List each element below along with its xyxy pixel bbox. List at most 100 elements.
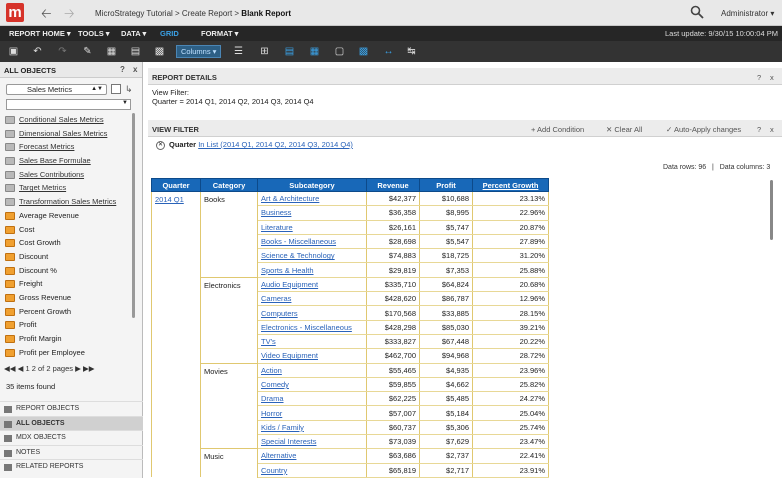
header-quarter[interactable]: Quarter <box>151 178 201 192</box>
metric-item[interactable]: Cost <box>0 223 135 237</box>
cell-subcategory[interactable]: Sports & Health <box>257 262 367 278</box>
forward-arrow-icon[interactable]: 🡢 <box>64 5 75 27</box>
cell-subcategory[interactable]: Alternative <box>257 448 367 464</box>
folder-item[interactable]: Conditional Sales Metrics <box>0 113 135 127</box>
menu-format[interactable]: FORMAT ▾ <box>201 29 238 38</box>
nav-notes[interactable]: NOTES <box>0 444 143 460</box>
cell-subcategory[interactable]: Literature <box>257 220 367 235</box>
metric-item[interactable]: Profit <box>0 318 135 332</box>
pager[interactable]: ◀◀ ◀ 1 2 of 2 pages ▶ ▶▶ <box>4 364 95 373</box>
metric-item[interactable]: Freight <box>0 277 135 291</box>
cell-subcategory[interactable]: Country <box>257 463 367 478</box>
folder-up-icon[interactable]: ↳ <box>125 84 133 95</box>
cell-subcategory[interactable]: Computers <box>257 305 367 321</box>
filter-condition-link[interactable]: In List (2014 Q1, 2014 Q2, 2014 Q3, 2014… <box>198 140 353 149</box>
breadcrumb-path[interactable]: MicroStrategy Tutorial > Create Report > <box>95 9 239 18</box>
lock-headers-icon[interactable]: ▩ <box>357 45 370 58</box>
cell-subcategory[interactable]: Action <box>257 363 367 378</box>
metric-item[interactable]: Average Revenue <box>0 209 135 223</box>
cell-subcategory[interactable]: Electronics - Miscellaneous <box>257 320 367 335</box>
user-menu[interactable]: Administrator ▾ <box>721 9 774 18</box>
cell-subcategory[interactable]: Business <box>257 205 367 221</box>
scrollbar[interactable] <box>132 113 135 318</box>
metric-item[interactable]: Gross Revenue <box>0 291 135 305</box>
menu-grid[interactable]: GRID <box>160 29 179 38</box>
menu-report-home[interactable]: REPORT HOME ▾ <box>9 29 71 38</box>
folder-item[interactable]: Transformation Sales Metrics <box>0 195 135 209</box>
help-icon[interactable]: ? <box>757 125 761 134</box>
menu-data[interactable]: DATA ▾ <box>121 29 146 38</box>
cell-quarter[interactable]: 2014 Q1 <box>151 191 201 478</box>
banding-icon[interactable]: ▦ <box>308 45 321 58</box>
auto-apply-toggle[interactable]: ✓ Auto-Apply changes <box>666 125 741 134</box>
merge-headers-icon[interactable]: ▢ <box>333 45 346 58</box>
metric-item[interactable]: Discount <box>0 250 135 264</box>
add-totals-icon[interactable]: ⊞ <box>258 45 271 58</box>
help-icon[interactable]: ? <box>757 73 761 82</box>
cell-subcategory[interactable]: Comedy <box>257 377 367 393</box>
cell-percent-growth: 25.82% <box>472 377 549 393</box>
metric-item[interactable]: Discount % <box>0 264 135 278</box>
remove-condition-icon[interactable]: ✕ <box>156 140 165 150</box>
list-icon[interactable]: ☰ <box>232 45 245 58</box>
cell-subcategory[interactable]: Art & Architecture <box>257 191 367 207</box>
columns-dropdown[interactable]: Columns ▾ <box>176 45 221 58</box>
metric-item[interactable]: Cost Growth <box>0 236 135 250</box>
search-icon[interactable] <box>690 5 704 19</box>
folder-item[interactable]: Sales Contributions <box>0 168 135 182</box>
undo-icon[interactable]: ↶ <box>31 45 44 58</box>
cell-subcategory[interactable]: Audio Equipment <box>257 277 367 293</box>
cell-subcategory[interactable]: Cameras <box>257 291 367 307</box>
folder-select[interactable]: Sales Metrics ▲▼ <box>6 84 107 95</box>
cell-subcategory[interactable]: Horror <box>257 405 367 421</box>
nav-all-objects[interactable]: ALL OBJECTS <box>0 415 143 430</box>
nav-report-objects[interactable]: REPORT OBJECTS <box>0 401 143 416</box>
cell-subcategory[interactable]: Books - Miscellaneous <box>257 234 367 250</box>
browse-icon[interactable] <box>111 84 121 94</box>
header-rows-icon[interactable]: ▤ <box>283 45 296 58</box>
folder-item[interactable]: Forecast Metrics <box>0 140 135 154</box>
save-icon[interactable]: ▣ <box>7 45 20 58</box>
metric-item[interactable]: Percent Growth <box>0 305 135 319</box>
back-arrow-icon[interactable]: 🡠 <box>41 5 52 27</box>
grid-table: Quarter Category Subcategory Revenue Pro… <box>151 178 549 478</box>
grid-scrollbar[interactable] <box>770 180 773 240</box>
cell-subcategory[interactable]: Kids / Family <box>257 420 367 436</box>
metric-item[interactable]: Profit Margin <box>0 332 135 346</box>
redo-icon[interactable]: ↷ <box>56 45 69 58</box>
cell-subcategory[interactable]: Special Interests <box>257 434 367 450</box>
app-logo[interactable]: m <box>6 3 24 22</box>
cell-subcategory[interactable]: TV's <box>257 334 367 350</box>
search-input[interactable]: ▼ <box>6 99 131 110</box>
header-percent-growth[interactable]: Percent Growth <box>472 178 549 192</box>
close-icon[interactable]: x <box>770 125 774 134</box>
cell-subcategory[interactable]: Drama <box>257 391 367 407</box>
help-icon[interactable]: ? <box>120 65 125 74</box>
folder-item[interactable]: Sales Base Formulae <box>0 154 135 168</box>
close-icon[interactable]: x <box>133 65 137 74</box>
swap-icon[interactable]: ↔ <box>382 45 395 58</box>
header-revenue[interactable]: Revenue <box>366 178 420 192</box>
metric-item[interactable]: Profit per Employee <box>0 346 135 360</box>
grid-view-icon[interactable]: ▦ <box>105 45 118 58</box>
header-subcategory[interactable]: Subcategory <box>257 178 367 192</box>
header-category[interactable]: Category <box>200 178 258 192</box>
pivot-icon[interactable]: ↹ <box>405 45 418 58</box>
add-condition-button[interactable]: + Add Condition <box>531 125 584 134</box>
clear-all-button[interactable]: ✕ Clear All <box>606 125 642 134</box>
folder-item[interactable]: Dimensional Sales Metrics <box>0 127 135 141</box>
nav-related-reports[interactable]: RELATED REPORTS <box>0 459 143 474</box>
header-profit[interactable]: Profit <box>419 178 473 192</box>
folder-item[interactable]: Target Metrics <box>0 181 135 195</box>
grid-graph-icon[interactable]: ▩ <box>153 45 166 58</box>
menu-tools[interactable]: TOOLS ▾ <box>78 29 110 38</box>
graph-view-icon[interactable]: ▤ <box>129 45 142 58</box>
chevron-down-icon[interactable]: ▼ <box>122 100 128 106</box>
design-mode-icon[interactable]: ✎ <box>81 45 94 58</box>
nav-mdx-objects[interactable]: MDX OBJECTS <box>0 430 143 445</box>
cell-subcategory[interactable]: Video Equipment <box>257 348 367 364</box>
data-rows: Data rows: 96 <box>663 164 707 171</box>
close-icon[interactable]: x <box>770 73 774 82</box>
cell-subcategory[interactable]: Science & Technology <box>257 248 367 264</box>
cell-profit: $2,737 <box>419 448 473 464</box>
